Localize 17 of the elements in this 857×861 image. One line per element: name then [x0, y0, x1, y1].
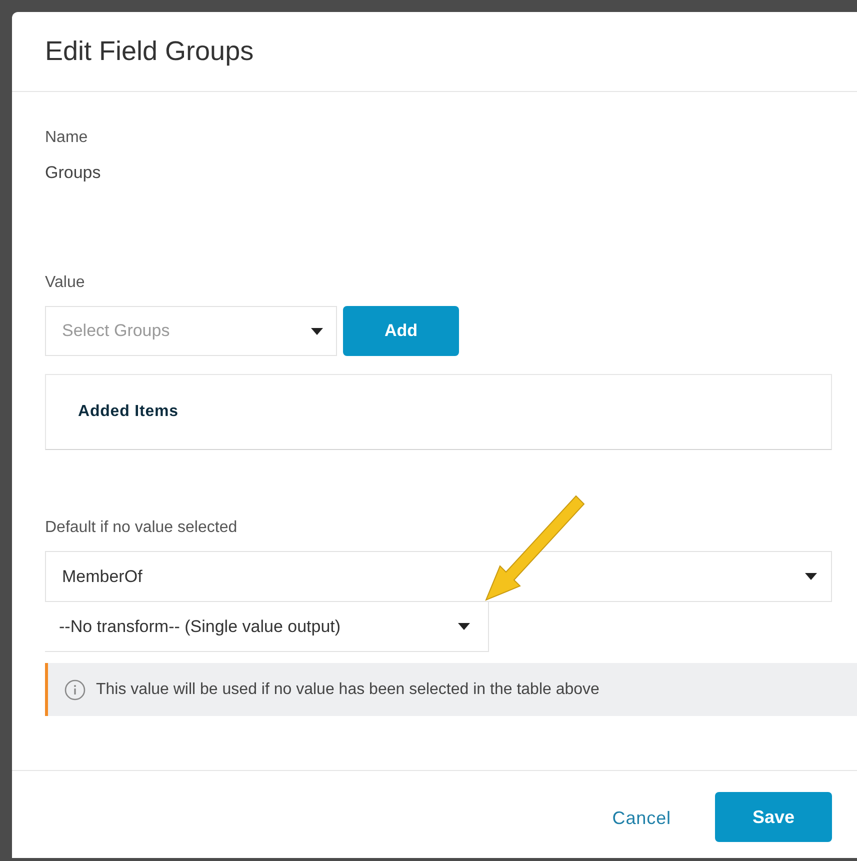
add-button[interactable]: Add	[343, 306, 459, 356]
field-value: Groups	[45, 163, 101, 183]
cancel-button[interactable]: Cancel	[612, 793, 671, 843]
field-label: Default if no value selected	[45, 518, 238, 538]
caret-down-icon	[805, 573, 817, 580]
panel-heading: Added Items	[78, 402, 178, 422]
caret-down-icon	[458, 623, 470, 630]
dialog-title: Edit Field Groups	[45, 35, 254, 68]
transform-select[interactable]: --No transform-- (Single value output)	[45, 602, 489, 652]
save-button[interactable]: Save	[715, 792, 832, 842]
field-label: Name	[45, 128, 88, 148]
info-text: This value will be used if no value has been selected in the table above	[96, 680, 600, 700]
caret-down-icon	[311, 328, 323, 335]
field-label: Value	[45, 273, 85, 293]
default-select[interactable]: MemberOf	[45, 551, 832, 602]
groups-select[interactable]: Select Groups	[45, 306, 337, 356]
info-icon	[64, 678, 86, 700]
